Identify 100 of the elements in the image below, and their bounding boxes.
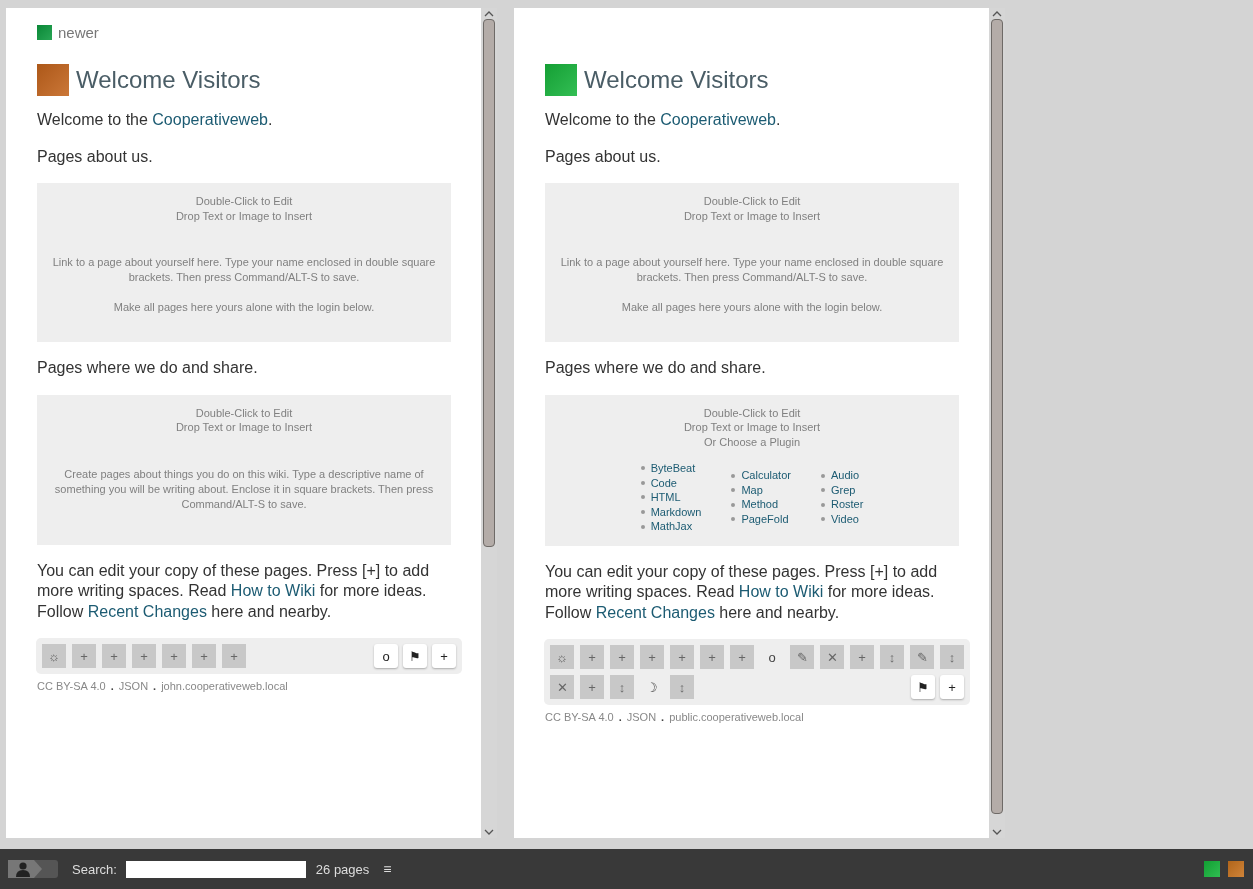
journal-action[interactable]: + xyxy=(730,645,754,670)
journal-action[interactable]: ✕ xyxy=(820,645,844,670)
plugin-link[interactable]: Method xyxy=(741,497,779,513)
link[interactable]: How to Wiki xyxy=(230,582,316,599)
bullet-icon xyxy=(731,517,736,522)
journal-action[interactable]: + xyxy=(222,644,246,668)
login-button[interactable] xyxy=(8,860,58,878)
separator-dot: . xyxy=(153,680,157,692)
bullet-icon xyxy=(640,480,645,485)
bullet-icon xyxy=(731,488,736,493)
paragraph: Pages where we do and share. xyxy=(545,358,767,378)
paragraph: You can edit your copy of these pages. Press [+] to add more writing spaces. Read How to Wiki for more ideas. Follow Recent Changes here and nearby. xyxy=(37,560,431,622)
factory-note: Link to a page about yourself here. Type your name enclosed in double square brackets. Then press Command/ALT-S to save. xyxy=(51,255,437,285)
journal-action[interactable]: + xyxy=(102,644,126,668)
journal-action[interactable]: ✎ xyxy=(910,645,934,670)
page-control[interactable]: o xyxy=(374,644,398,668)
journal-action[interactable]: + xyxy=(670,645,694,670)
scrollbar-thumb[interactable] xyxy=(483,19,495,547)
plugin-link[interactable]: ByteBeat xyxy=(650,461,696,476)
factory-box[interactable]: Double-Click to Edit Drop Text or Image to Insert Or Choose a Plugin ByteBeat Code HTML Markdown MathJax Calculator Map Method PageFold Audio Grep Roster Video xyxy=(545,394,959,546)
plugin-link[interactable]: HTML xyxy=(650,490,681,505)
factory-note: Link to a page about yourself here. Type your name enclosed in double square brackets. Then press Command/ALT-S to save. xyxy=(559,255,945,285)
footer-link[interactable]: JSON xyxy=(626,711,657,724)
journal-action[interactable]: ↕ xyxy=(940,645,964,670)
journal-action[interactable]: ☼ xyxy=(42,644,66,668)
paragraph: Welcome to the Cooperativeweb. xyxy=(545,110,782,130)
plugin-link[interactable]: MathJax xyxy=(650,519,693,534)
paragraph: You can edit your copy of these pages. Press [+] to add more writing spaces. Read How to Wiki for more ideas. Follow Recent Changes here and nearby. xyxy=(545,561,939,623)
scroll-down-icon[interactable] xyxy=(992,829,1002,836)
search-field[interactable] xyxy=(125,860,306,878)
factory-hint: Double-Click to Edit xyxy=(194,405,294,420)
bullet-icon xyxy=(640,524,645,529)
footer-link[interactable]: john.cooperativeweb.local xyxy=(161,680,288,692)
link[interactable]: Recent Changes xyxy=(595,603,715,621)
plugin-link[interactable]: Markdown xyxy=(650,504,702,520)
page-count: 26 pages xyxy=(315,861,370,877)
paragraph: Welcome to the Cooperativeweb. xyxy=(37,110,274,130)
journal-action[interactable]: ↕ xyxy=(670,675,694,700)
newer-link[interactable]: newer xyxy=(58,24,99,41)
bullet-icon xyxy=(731,473,736,478)
journal-action[interactable]: ✎ xyxy=(790,645,814,670)
factory-note: Make all pages here yours alone with the login below. xyxy=(620,300,884,315)
plugin-link[interactable]: Calculator xyxy=(741,468,791,483)
link[interactable]: How to Wiki xyxy=(738,583,824,601)
journal-action[interactable]: + xyxy=(192,644,216,668)
factory-hint: Double-Click to Edit xyxy=(702,194,802,209)
bullet-icon xyxy=(640,510,645,515)
page-control[interactable]: ⚑ xyxy=(403,644,427,668)
footer-link[interactable]: public.cooperativeweb.local xyxy=(669,711,804,724)
factory-note: Make all pages here yours alone with the login below. xyxy=(112,300,376,315)
journal-action[interactable]: + xyxy=(610,645,634,670)
footer-link[interactable]: JSON xyxy=(118,680,149,692)
footer-link[interactable]: CC BY-SA 4.0 xyxy=(37,680,106,692)
paragraph: Pages about us. xyxy=(37,146,154,167)
journal-action[interactable]: + xyxy=(700,645,724,670)
journal-action[interactable]: ↕ xyxy=(880,645,904,670)
link[interactable]: Cooperativeweb xyxy=(660,111,776,128)
page-title: Welcome Visitors xyxy=(76,66,261,94)
footer-link[interactable]: CC BY-SA 4.0 xyxy=(545,711,614,724)
journal-action[interactable]: + xyxy=(162,644,186,668)
journal-action[interactable]: + xyxy=(850,645,874,670)
menu-icon[interactable]: ≡ xyxy=(383,861,392,877)
plugin-link[interactable]: Roster xyxy=(830,497,864,513)
scrollbar-thumb[interactable] xyxy=(991,19,1003,814)
plugin-link[interactable]: PageFold xyxy=(741,512,789,527)
journal-action[interactable]: ☼ xyxy=(550,645,574,670)
journal-action[interactable]: ☽ xyxy=(640,675,664,700)
page-control[interactable]: + xyxy=(432,644,456,668)
plugin-link[interactable]: Code xyxy=(650,475,677,491)
link[interactable]: Recent Changes xyxy=(87,602,207,620)
bullet-icon xyxy=(640,495,645,500)
plugin-link[interactable]: Video xyxy=(830,512,859,527)
journal-action[interactable]: + xyxy=(580,645,604,670)
journal-action[interactable]: + xyxy=(132,644,156,668)
bullet-icon xyxy=(731,502,736,507)
journal-action[interactable]: ✕ xyxy=(550,675,574,700)
journal-action[interactable]: + xyxy=(72,644,96,668)
bullet-icon xyxy=(820,473,825,478)
link[interactable]: Cooperativeweb xyxy=(152,111,268,128)
page-control[interactable]: + xyxy=(940,675,964,700)
journal-action[interactable]: + xyxy=(580,675,604,700)
scroll-up-icon[interactable] xyxy=(484,10,494,17)
paragraph: Pages about us. xyxy=(545,146,662,167)
scroll-down-icon[interactable] xyxy=(484,829,494,836)
separator-dot: . xyxy=(661,711,665,724)
plugin-link[interactable]: Grep xyxy=(830,482,856,498)
journal-action[interactable]: o xyxy=(760,645,784,670)
page-control[interactable]: ⚑ xyxy=(911,675,935,700)
journal-action[interactable]: ↕ xyxy=(610,675,634,700)
plugin-link[interactable]: Audio xyxy=(830,468,860,483)
factory-hint: Drop Text or Image to Insert xyxy=(682,208,822,223)
plugin-link[interactable]: Map xyxy=(741,482,763,498)
factory-hint: Or Choose a Plugin xyxy=(703,434,801,449)
factory-note: Create pages about things you do on this wiki. Type a descriptive name of something you will be writing about. Enclose it in square brackets. Then press Command/ALT-S to save. xyxy=(53,466,435,512)
search-label: Search: xyxy=(72,861,117,877)
factory-hint: Drop Text or Image to Insert xyxy=(682,420,822,435)
journal-action[interactable]: + xyxy=(640,645,664,670)
factory-hint: Drop Text or Image to Insert xyxy=(174,420,314,435)
paragraph: Pages where we do and share. xyxy=(37,358,259,378)
scroll-up-icon[interactable] xyxy=(992,10,1002,17)
